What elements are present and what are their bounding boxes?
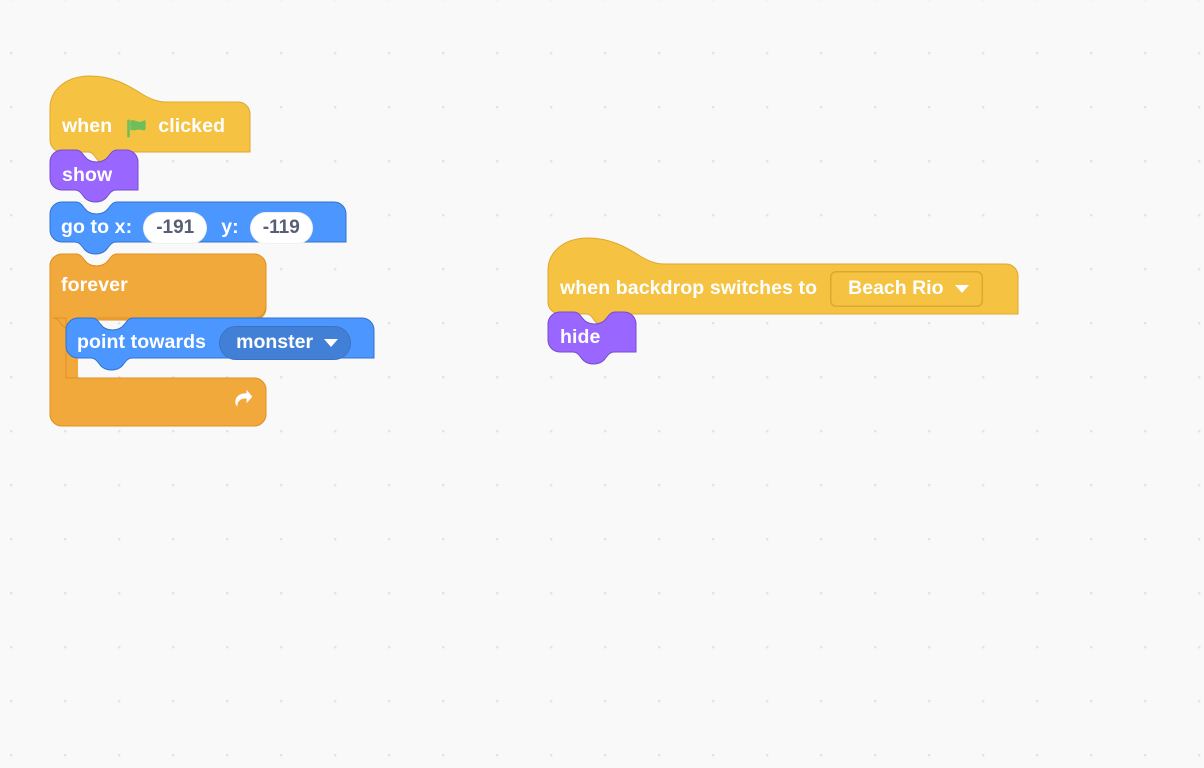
forever-block[interactable]: forever point towards monster: [49, 253, 375, 427]
x-coordinate-input[interactable]: -191: [143, 211, 208, 245]
backdrop-switch-script[interactable]: when backdrop switches to Beach Rio hide: [547, 237, 1019, 376]
blocks-workspace[interactable]: when clicked show go to x: -191 y: -119 …: [0, 0, 1204, 768]
point-towards-block[interactable]: point towards monster: [65, 317, 375, 380]
point-towards-target-dropdown[interactable]: monster: [219, 325, 352, 361]
chevron-down-icon: [324, 339, 339, 347]
point-towards-target-value: monster: [236, 330, 314, 353]
backdrop-name-value: Beach Rio: [848, 276, 944, 299]
y-coordinate-input[interactable]: -119: [249, 211, 313, 245]
hide-block[interactable]: hide: [547, 311, 637, 376]
chevron-down-icon: [954, 285, 969, 293]
green-flag-script[interactable]: when clicked show go to x: -191 y: -119 …: [49, 75, 375, 427]
backdrop-name-dropdown[interactable]: Beach Rio: [830, 271, 982, 307]
